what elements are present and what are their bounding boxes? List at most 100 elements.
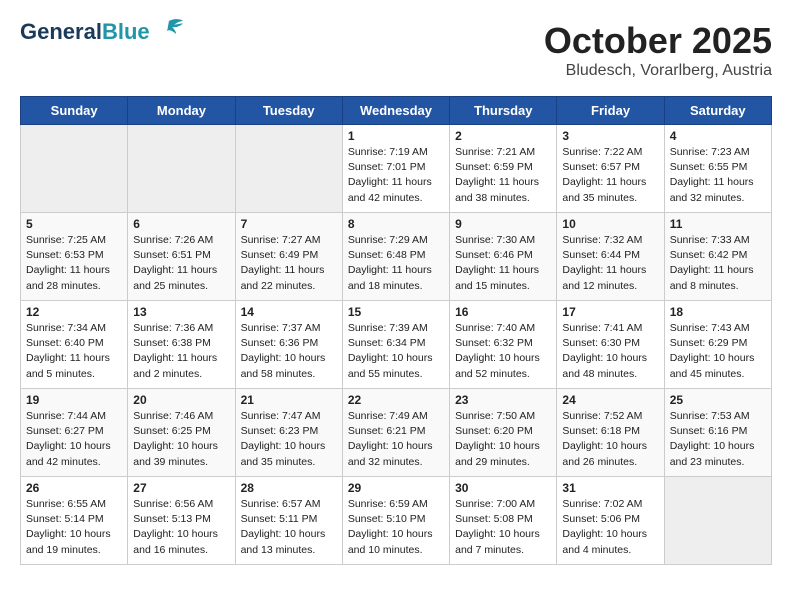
day-info: Sunrise: 7:33 AMSunset: 6:42 PMDaylight:…: [670, 233, 766, 294]
day-number: 25: [670, 393, 766, 407]
day-number: 6: [133, 217, 229, 231]
calendar-week-row: 5Sunrise: 7:25 AMSunset: 6:53 PMDaylight…: [21, 213, 772, 301]
day-info: Sunrise: 7:41 AMSunset: 6:30 PMDaylight:…: [562, 321, 658, 382]
calendar-cell: 24 Sunrise: 7:52 AMSunset: 6:18 PMDayligh…: [557, 389, 664, 477]
weekday-header-monday: Monday: [128, 97, 235, 125]
calendar-cell: 1 Sunrise: 7:19 AMSunset: 7:01 PMDaylight…: [342, 125, 449, 213]
day-info: Sunrise: 7:44 AMSunset: 6:27 PMDaylight:…: [26, 409, 122, 470]
day-info: Sunrise: 7:34 AMSunset: 6:40 PMDaylight:…: [26, 321, 122, 382]
calendar-cell: 23 Sunrise: 7:50 AMSunset: 6:20 PMDayligh…: [450, 389, 557, 477]
day-info: Sunrise: 7:19 AMSunset: 7:01 PMDaylight:…: [348, 145, 444, 206]
day-info: Sunrise: 7:02 AMSunset: 5:06 PMDaylight:…: [562, 497, 658, 558]
calendar-cell: 20 Sunrise: 7:46 AMSunset: 6:25 PMDayligh…: [128, 389, 235, 477]
calendar-cell: 31Sunrise: 7:02 AMSunset: 5:06 PMDayligh…: [557, 477, 664, 565]
day-number: 10: [562, 217, 658, 231]
calendar-cell: 18 Sunrise: 7:43 AMSunset: 6:29 PMDayligh…: [664, 301, 771, 389]
weekday-header-sunday: Sunday: [21, 97, 128, 125]
day-info: Sunrise: 7:43 AMSunset: 6:29 PMDaylight:…: [670, 321, 766, 382]
day-number: 29: [348, 481, 444, 495]
calendar-cell: 4 Sunrise: 7:23 AMSunset: 6:55 PMDaylight…: [664, 125, 771, 213]
day-number: 22: [348, 393, 444, 407]
calendar-cell: 5Sunrise: 7:25 AMSunset: 6:53 PMDaylight…: [21, 213, 128, 301]
logo-general: General: [20, 19, 102, 44]
day-info: Sunrise: 7:37 AMSunset: 6:36 PMDaylight:…: [241, 321, 337, 382]
day-number: 12: [26, 305, 122, 319]
day-number: 20: [133, 393, 229, 407]
calendar-cell: [128, 125, 235, 213]
calendar-week-row: 12 Sunrise: 7:34 AMSunset: 6:40 PMDayligh…: [21, 301, 772, 389]
calendar-cell: 9Sunrise: 7:30 AMSunset: 6:46 PMDaylight…: [450, 213, 557, 301]
logo: GeneralBlue: [20, 20, 184, 44]
day-number: 16: [455, 305, 551, 319]
day-number: 21: [241, 393, 337, 407]
day-info: Sunrise: 7:29 AMSunset: 6:48 PMDaylight:…: [348, 233, 444, 294]
day-number: 2: [455, 129, 551, 143]
day-number: 18: [670, 305, 766, 319]
day-info: Sunrise: 7:22 AMSunset: 6:57 PMDaylight:…: [562, 145, 658, 206]
day-info: Sunrise: 7:46 AMSunset: 6:25 PMDaylight:…: [133, 409, 229, 470]
calendar-cell: 3Sunrise: 7:22 AMSunset: 6:57 PMDaylight…: [557, 125, 664, 213]
calendar-cell: 13 Sunrise: 7:36 AMSunset: 6:38 PMDayligh…: [128, 301, 235, 389]
location-title: Bludesch, Vorarlberg, Austria: [544, 62, 772, 80]
day-info: Sunrise: 7:39 AMSunset: 6:34 PMDaylight:…: [348, 321, 444, 382]
day-number: 24: [562, 393, 658, 407]
day-number: 5: [26, 217, 122, 231]
day-number: 4: [670, 129, 766, 143]
day-info: Sunrise: 7:00 AMSunset: 5:08 PMDaylight:…: [455, 497, 551, 558]
calendar-week-row: 19Sunrise: 7:44 AMSunset: 6:27 PMDayligh…: [21, 389, 772, 477]
calendar-cell: 12 Sunrise: 7:34 AMSunset: 6:40 PMDayligh…: [21, 301, 128, 389]
calendar-cell: [235, 125, 342, 213]
calendar-cell: 7 Sunrise: 7:27 AMSunset: 6:49 PMDaylight…: [235, 213, 342, 301]
day-number: 13: [133, 305, 229, 319]
calendar-cell: 17Sunrise: 7:41 AMSunset: 6:30 PMDayligh…: [557, 301, 664, 389]
day-number: 23: [455, 393, 551, 407]
calendar-cell: 25 Sunrise: 7:53 AMSunset: 6:16 PMDayligh…: [664, 389, 771, 477]
day-info: Sunrise: 7:53 AMSunset: 6:16 PMDaylight:…: [670, 409, 766, 470]
day-info: Sunrise: 7:49 AMSunset: 6:21 PMDaylight:…: [348, 409, 444, 470]
calendar-table: SundayMondayTuesdayWednesdayThursdayFrid…: [20, 96, 772, 565]
day-info: Sunrise: 7:40 AMSunset: 6:32 PMDaylight:…: [455, 321, 551, 382]
calendar-cell: 29Sunrise: 6:59 AMSunset: 5:10 PMDayligh…: [342, 477, 449, 565]
day-info: Sunrise: 7:52 AMSunset: 6:18 PMDaylight:…: [562, 409, 658, 470]
calendar-cell: 8Sunrise: 7:29 AMSunset: 6:48 PMDaylight…: [342, 213, 449, 301]
day-info: Sunrise: 7:36 AMSunset: 6:38 PMDaylight:…: [133, 321, 229, 382]
title-block: October 2025 Bludesch, Vorarlberg, Austr…: [544, 20, 772, 80]
weekday-header-row: SundayMondayTuesdayWednesdayThursdayFrid…: [21, 97, 772, 125]
day-info: Sunrise: 7:26 AMSunset: 6:51 PMDaylight:…: [133, 233, 229, 294]
day-number: 28: [241, 481, 337, 495]
day-info: Sunrise: 7:23 AMSunset: 6:55 PMDaylight:…: [670, 145, 766, 206]
day-info: Sunrise: 7:50 AMSunset: 6:20 PMDaylight:…: [455, 409, 551, 470]
calendar-cell: 22 Sunrise: 7:49 AMSunset: 6:21 PMDayligh…: [342, 389, 449, 477]
calendar-cell: 21 Sunrise: 7:47 AMSunset: 6:23 PMDayligh…: [235, 389, 342, 477]
day-info: Sunrise: 6:56 AMSunset: 5:13 PMDaylight:…: [133, 497, 229, 558]
calendar-cell: 28 Sunrise: 6:57 AMSunset: 5:11 PMDayligh…: [235, 477, 342, 565]
calendar-cell: 15 Sunrise: 7:39 AMSunset: 6:34 PMDayligh…: [342, 301, 449, 389]
day-info: Sunrise: 7:47 AMSunset: 6:23 PMDaylight:…: [241, 409, 337, 470]
day-number: 7: [241, 217, 337, 231]
calendar-cell: 11Sunrise: 7:33 AMSunset: 6:42 PMDayligh…: [664, 213, 771, 301]
logo-bird-icon: [154, 17, 184, 44]
day-number: 15: [348, 305, 444, 319]
weekday-header-saturday: Saturday: [664, 97, 771, 125]
weekday-header-thursday: Thursday: [450, 97, 557, 125]
day-info: Sunrise: 7:27 AMSunset: 6:49 PMDaylight:…: [241, 233, 337, 294]
day-number: 9: [455, 217, 551, 231]
weekday-header-wednesday: Wednesday: [342, 97, 449, 125]
day-number: 26: [26, 481, 122, 495]
logo-blue: Blue: [102, 19, 150, 44]
day-info: Sunrise: 6:57 AMSunset: 5:11 PMDaylight:…: [241, 497, 337, 558]
calendar-cell: 6 Sunrise: 7:26 AMSunset: 6:51 PMDaylight…: [128, 213, 235, 301]
month-title: October 2025: [544, 20, 772, 62]
day-info: Sunrise: 7:32 AMSunset: 6:44 PMDaylight:…: [562, 233, 658, 294]
calendar-cell: 2Sunrise: 7:21 AMSunset: 6:59 PMDaylight…: [450, 125, 557, 213]
calendar-cell: 16 Sunrise: 7:40 AMSunset: 6:32 PMDayligh…: [450, 301, 557, 389]
day-number: 1: [348, 129, 444, 143]
day-number: 27: [133, 481, 229, 495]
calendar-cell: 26 Sunrise: 6:55 AMSunset: 5:14 PMDayligh…: [21, 477, 128, 565]
page-header: GeneralBlue October 2025 Bludesch, Vorar…: [20, 20, 772, 80]
calendar-cell: 10 Sunrise: 7:32 AMSunset: 6:44 PMDayligh…: [557, 213, 664, 301]
calendar-week-row: 1 Sunrise: 7:19 AMSunset: 7:01 PMDaylight…: [21, 125, 772, 213]
weekday-header-tuesday: Tuesday: [235, 97, 342, 125]
calendar-week-row: 26 Sunrise: 6:55 AMSunset: 5:14 PMDayligh…: [21, 477, 772, 565]
day-info: Sunrise: 6:55 AMSunset: 5:14 PMDaylight:…: [26, 497, 122, 558]
